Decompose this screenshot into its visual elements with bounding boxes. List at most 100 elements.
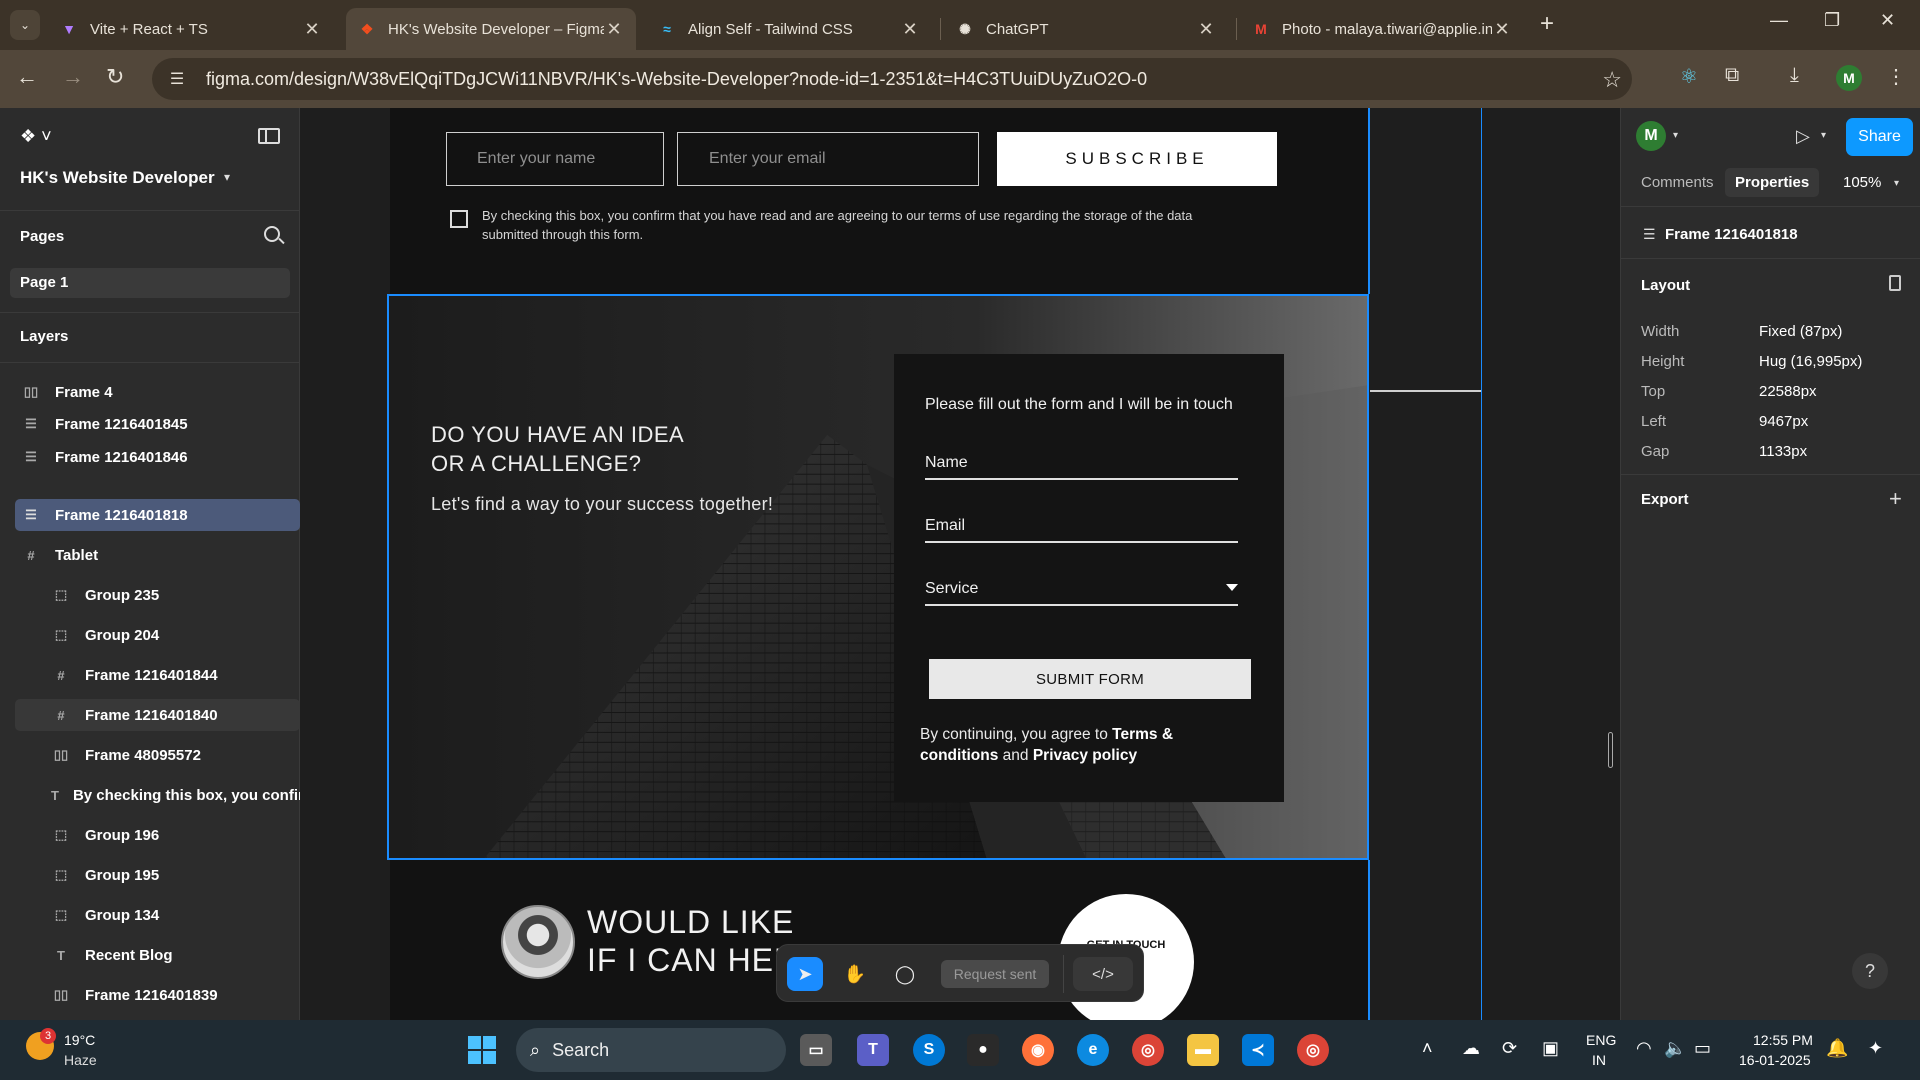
hand-tool-icon[interactable]: ✋	[837, 957, 873, 991]
close-window-icon[interactable]: ✕	[1880, 10, 1895, 31]
layer-item[interactable]: # Frame 1216401844	[15, 659, 300, 691]
form-name-field[interactable]: Name	[925, 454, 1238, 480]
layer-item[interactable]: ⬚ Group 196	[15, 819, 300, 851]
chevron-down-icon[interactable]: ▾	[224, 170, 230, 184]
chrome-profile-icon[interactable]: ◎	[1297, 1034, 1329, 1066]
submit-form-button[interactable]: SUBMIT FORM	[929, 659, 1251, 699]
volume-icon[interactable]: 🔈	[1664, 1038, 1686, 1059]
weather-temperature[interactable]: 19°C	[64, 1032, 95, 1048]
tab-list-button[interactable]: ⌄	[10, 10, 40, 40]
chevron-down-icon[interactable]: ▾	[1821, 130, 1826, 141]
new-tab-button[interactable]: +	[1540, 10, 1554, 38]
taskbar-search[interactable]: ⌕ Search	[516, 1028, 786, 1072]
clock-date[interactable]: 16-01-2025	[1739, 1052, 1811, 1068]
layer-item[interactable]: ▯▯ Frame 4	[15, 376, 300, 408]
weather-condition[interactable]: Haze	[64, 1052, 97, 1068]
vscode-icon[interactable]: ≺	[1242, 1034, 1274, 1066]
reload-icon[interactable]: ↻	[106, 64, 124, 90]
chevron-down-icon[interactable]: ▾	[1673, 130, 1678, 141]
browser-tab-chatgpt[interactable]: ✺ ChatGPT ✕	[944, 8, 1228, 50]
close-tab-icon[interactable]: ✕	[1196, 19, 1216, 40]
close-tab-icon[interactable]: ✕	[302, 19, 322, 40]
browser-tab-vite[interactable]: ▼ Vite + React + TS ✕	[48, 8, 334, 50]
canvas-scrollbar[interactable]	[1608, 732, 1613, 768]
layer-item[interactable]: ☰ Frame 1216401845	[15, 408, 300, 440]
browser-tab-gmail[interactable]: M Photo - malaya.tiwari@applie.in ✕	[1240, 8, 1524, 50]
share-button[interactable]: Share	[1846, 118, 1913, 156]
forward-icon[interactable]: →	[62, 64, 84, 90]
browser-tab-figma[interactable]: ❖ HK's Website Developer – Figma ✕	[346, 8, 636, 50]
address-bar[interactable]: ☰ figma.com/design/W38vElQqiTDgJCWi11NBV…	[152, 58, 1632, 100]
form-service-select[interactable]: Service	[925, 580, 1238, 606]
prop-value-width[interactable]: Fixed (87px)	[1759, 323, 1842, 340]
present-play-icon[interactable]: ▷	[1796, 126, 1810, 147]
site-info-icon[interactable]: ☰	[162, 69, 192, 89]
chrome-icon[interactable]: ◎	[1132, 1034, 1164, 1066]
bookmark-star-icon[interactable]: ☆	[1602, 67, 1622, 93]
selected-frame-name[interactable]: Frame 1216401818	[1665, 226, 1798, 243]
layer-item[interactable]: # Tablet	[15, 539, 300, 571]
battery-icon[interactable]: ▭	[1694, 1038, 1711, 1059]
chevron-down-icon[interactable]: ▾	[1894, 178, 1899, 189]
move-tool-icon[interactable]: ➤	[787, 957, 823, 991]
contact-section-frame[interactable]: DO YOU HAVE AN IDEA OR A CHALLENGE? Let'…	[387, 294, 1369, 860]
figma-main-menu-icon[interactable]: ❖ ˅	[20, 126, 52, 147]
close-tab-icon[interactable]: ✕	[604, 19, 624, 40]
file-explorer-icon[interactable]: ▬	[1187, 1034, 1219, 1066]
layer-item[interactable]: ⬚ Group 204	[15, 619, 300, 651]
sync-icon[interactable]: ⟳	[1502, 1038, 1517, 1059]
firefox-icon[interactable]: ◉	[1022, 1034, 1054, 1066]
screen-recorder-icon[interactable]: ●	[967, 1034, 999, 1066]
tab-comments[interactable]: Comments	[1641, 174, 1714, 191]
copy-properties-icon[interactable]	[1889, 275, 1901, 291]
task-view-icon[interactable]: ▭	[800, 1034, 832, 1066]
page-item[interactable]: Page 1	[10, 268, 290, 298]
close-tab-icon[interactable]: ✕	[1492, 19, 1512, 40]
tab-properties[interactable]: Properties	[1725, 168, 1820, 197]
copilot-icon[interactable]: ✦	[1868, 1038, 1883, 1059]
layer-item[interactable]: ▯▯ Frame 1216401839	[15, 979, 300, 1011]
user-avatar[interactable]: M	[1636, 121, 1666, 151]
email-input[interactable]: Enter your email	[677, 132, 979, 186]
layer-item[interactable]: ⬚ Group 195	[15, 859, 300, 891]
restore-icon[interactable]: ❐	[1824, 10, 1840, 31]
url-text[interactable]: figma.com/design/W38vElQqiTDgJCWi11NBVR/…	[206, 69, 1147, 90]
subscribe-button[interactable]: SUBSCRIBE	[997, 132, 1277, 186]
start-button[interactable]	[468, 1036, 496, 1064]
app-tray-icon[interactable]: ▣	[1542, 1038, 1559, 1059]
browser-menu-icon[interactable]: ⋮	[1886, 64, 1906, 89]
search-icon[interactable]	[264, 226, 280, 242]
browser-tab-tailwind[interactable]: ≈ Align Self - Tailwind CSS ✕	[646, 8, 932, 50]
privacy-link[interactable]: Privacy policy	[1033, 747, 1137, 764]
newsletter-section[interactable]: Enter your name Enter your email SUBSCRI…	[390, 108, 1368, 294]
wifi-icon[interactable]: ◠	[1636, 1038, 1652, 1059]
skype-icon[interactable]: S	[913, 1034, 945, 1066]
extensions-icon[interactable]: ⧉	[1725, 64, 1739, 87]
layer-item[interactable]: T By checking this box, you confirm	[15, 779, 300, 811]
layer-item[interactable]: ▯▯ Frame 48095572	[15, 739, 300, 771]
profile-avatar[interactable]: M	[1836, 65, 1862, 91]
language-indicator[interactable]: ENG	[1586, 1032, 1616, 1048]
prop-value-left[interactable]: 9467px	[1759, 413, 1808, 430]
add-export-icon[interactable]: +	[1889, 486, 1902, 512]
minimize-icon[interactable]: —	[1770, 10, 1788, 31]
prop-value-gap[interactable]: 1133px	[1759, 443, 1807, 460]
chevron-up-icon[interactable]: ˄	[1422, 1038, 1433, 1059]
design-canvas[interactable]: Enter your name Enter your email SUBSCRI…	[300, 108, 1620, 1020]
comment-tool-icon[interactable]: ◯	[887, 957, 923, 991]
layer-item[interactable]: ⬚ Group 235	[15, 579, 300, 611]
language-region[interactable]: IN	[1592, 1052, 1606, 1068]
zoom-level[interactable]: 105%	[1843, 174, 1881, 191]
help-button[interactable]: ?	[1852, 953, 1888, 989]
layer-item[interactable]: # Frame 1216401840	[15, 699, 300, 731]
edge-icon[interactable]: e	[1077, 1034, 1109, 1066]
contact-form-card[interactable]: Please fill out the form and I will be i…	[894, 354, 1284, 802]
prop-value-top[interactable]: 22588px	[1759, 383, 1817, 400]
react-devtools-icon[interactable]: ⚛	[1680, 64, 1698, 89]
download-icon[interactable]: ⤓	[1790, 64, 1799, 87]
layer-item-selected[interactable]: ☰ Frame 1216401818	[15, 499, 300, 531]
notification-bell-icon[interactable]: 🔔	[1826, 1038, 1848, 1059]
close-tab-icon[interactable]: ✕	[900, 19, 920, 40]
layer-item[interactable]: ☰ Frame 1216401846	[15, 441, 300, 473]
layer-item[interactable]: T Recent Blog	[15, 939, 300, 971]
